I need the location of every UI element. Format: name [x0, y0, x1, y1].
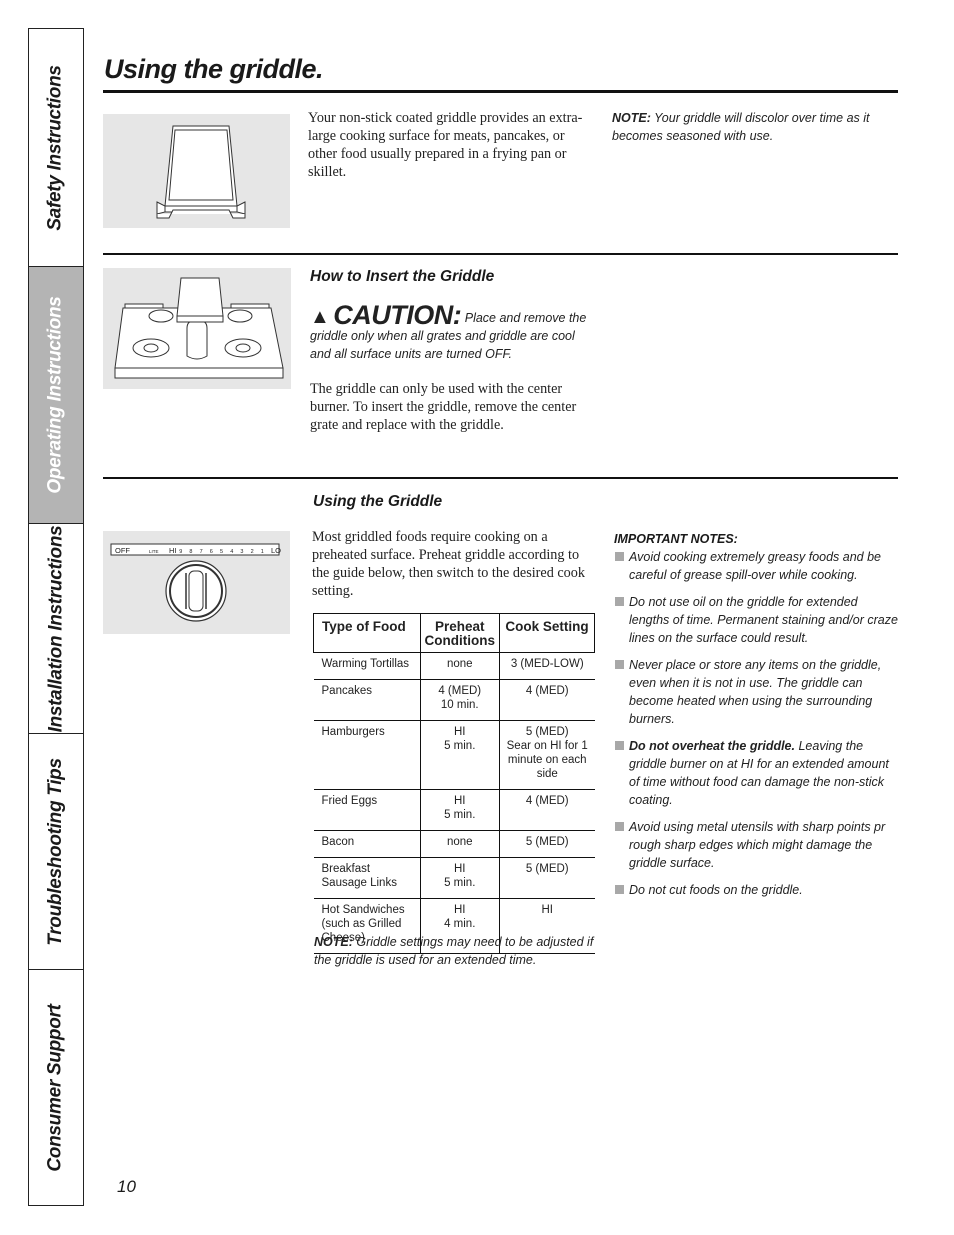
note-text: Your griddle will discolor over time as … [612, 111, 870, 143]
knob-scale-mark: 6 [210, 549, 213, 555]
note-list-item: Avoid using metal utensils with sharp po… [614, 818, 899, 872]
tab-label: Operating Instructions [45, 296, 67, 494]
note-label: NOTE: [314, 935, 353, 949]
square-bullet-icon [615, 741, 624, 750]
header-cook-setting: Cook Setting [498, 613, 596, 653]
tab-troubleshooting-tips[interactable]: Troubleshooting Tips [29, 734, 83, 970]
header-preheat: Preheat Conditions [419, 613, 500, 653]
note-list-item: Do not use oil on the griddle for extend… [614, 593, 899, 647]
table-row: Hamburgers HI 5 min. 5 (MED) Sear on HI fo… [313, 720, 595, 790]
cook-setting-cell: 3 (MED-LOW) [498, 652, 595, 680]
griddle-illustration [103, 114, 290, 228]
table-row: Breakfast Sausage Links HI 5 min. 5 (MED) [313, 857, 595, 899]
food-cell: Breakfast Sausage Links [313, 857, 420, 899]
square-bullet-icon [615, 822, 624, 831]
note-emphasis: Do not overheat the griddle. [629, 739, 795, 753]
using-body: Most griddled foods require cooking on a… [312, 529, 585, 599]
griddle-settings-table: Type of Food Preheat Conditions Cook Set… [313, 613, 596, 954]
square-bullet-icon [615, 885, 624, 894]
preheat-cell: HI 5 min. [419, 720, 500, 790]
preheat-cell: 4 (MED) 10 min. [419, 679, 500, 721]
table-row: Bacon none 5 (MED) [313, 830, 595, 858]
tab-label: Consumer Support [45, 1003, 67, 1172]
griddle-icon [156, 125, 246, 219]
section-divider [103, 477, 898, 479]
note-list-item: Avoid cooking extremely greasy foods and… [614, 548, 899, 584]
table-row: Warming Tortillas none 3 (MED-LOW) [313, 652, 595, 680]
food-cell: Bacon [313, 830, 420, 858]
warning-triangle-icon: ▲ [310, 306, 330, 328]
note-text: Do not cut foods on the griddle. [629, 883, 803, 897]
square-bullet-icon [615, 597, 624, 606]
cook-setting-cell: 5 (MED) [498, 857, 595, 899]
caution-label: CAUTION: [333, 300, 462, 330]
knob-scale-mark: 8 [189, 549, 192, 555]
preheat-cell: none [419, 652, 500, 680]
knob-scale-mark: 1 [261, 549, 264, 555]
knob-scale-mark: 7 [200, 549, 203, 555]
note-text: Never place or store any items on the gr… [629, 658, 882, 726]
knob-scale-mark: 3 [240, 549, 243, 555]
note-text: Avoid cooking extremely greasy foods and… [629, 550, 882, 582]
cooktop-illustration [103, 268, 291, 389]
knob-scale-mark: 4 [230, 549, 233, 555]
section-divider [103, 253, 898, 255]
note-text: Griddle settings may need to be adjusted… [314, 935, 594, 967]
knob-lite-label: LITE [149, 549, 159, 554]
intro-text: Your non-stick coated griddle provides a… [308, 110, 583, 180]
intro-note: NOTE: Your griddle will discolor over ti… [612, 109, 892, 145]
section-tabs: Safety Instructions Operating Instructio… [28, 28, 84, 1206]
insert-heading: How to Insert the Griddle [310, 268, 495, 285]
knob-scale-mark: HI [169, 546, 177, 555]
caution-block: ▲ CAUTION: Place and remove the griddle … [310, 302, 595, 363]
note-text: Do not use oil on the griddle for extend… [629, 595, 898, 645]
table-row: Fried Eggs HI 5 min. 4 (MED) [313, 789, 595, 831]
control-knob-icon: OFF LITE HI 9 8 7 6 5 4 3 2 1 LO [110, 543, 281, 622]
tab-safety-instructions[interactable]: Safety Instructions [29, 29, 83, 267]
header-type-of-food: Type of Food [313, 613, 421, 653]
table-row: Pancakes 4 (MED) 10 min. 4 (MED) [313, 679, 595, 721]
cook-setting-cell: 5 (MED) [498, 830, 595, 858]
page-title: Using the griddle. [104, 54, 324, 84]
preheat-cell: none [419, 830, 500, 858]
note-text: Avoid using metal utensils with sharp po… [629, 820, 886, 870]
cook-setting-cell: 4 (MED) [498, 679, 595, 721]
tab-label: Safety Instructions [45, 64, 66, 231]
important-notes: IMPORTANT NOTES: Avoid cooking extremely… [614, 532, 899, 908]
knob-scale-mark: 5 [220, 549, 223, 555]
insert-body: The griddle can only be used with the ce… [310, 381, 577, 433]
square-bullet-icon [615, 660, 624, 669]
tab-label: Troubleshooting Tips [45, 757, 66, 946]
preheat-cell: HI 5 min. [419, 857, 500, 899]
knob-scale-mark: 9 [179, 549, 182, 555]
note-label: NOTE: [612, 111, 651, 125]
control-knob-illustration: OFF LITE HI 9 8 7 6 5 4 3 2 1 LO [103, 531, 290, 634]
important-notes-heading: IMPORTANT NOTES: [614, 532, 738, 546]
note-list-item: Do not cut foods on the griddle. [614, 881, 899, 899]
note-list-item: Do not overheat the griddle. Leaving the… [614, 737, 899, 809]
table-note: NOTE: Griddle settings may need to be ad… [314, 933, 596, 969]
tab-operating-instructions[interactable]: Operating Instructions [29, 267, 83, 524]
food-cell: Fried Eggs [313, 789, 420, 831]
knob-off-label: OFF [115, 546, 130, 555]
title-rule [103, 90, 898, 93]
knob-scale-mark: LO [271, 546, 281, 555]
table-header-row: Type of Food Preheat Conditions Cook Set… [313, 613, 596, 653]
using-heading: Using the Griddle [313, 493, 443, 510]
cooktop-with-griddle-icon [114, 277, 284, 379]
tab-installation-instructions[interactable]: Installation Instructions [29, 524, 83, 734]
food-cell: Hamburgers [313, 720, 420, 790]
food-cell: Warming Tortillas [313, 652, 420, 680]
note-list-item: Never place or store any items on the gr… [614, 656, 899, 728]
preheat-cell: HI 5 min. [419, 789, 500, 831]
food-cell: Pancakes [313, 679, 420, 721]
cook-setting-cell: 5 (MED) Sear on HI for 1 minute on each … [498, 720, 595, 790]
cook-setting-cell: 4 (MED) [498, 789, 595, 831]
square-bullet-icon [615, 552, 624, 561]
knob-scale-mark: 2 [251, 549, 254, 555]
tab-label: Installation Instructions [45, 525, 66, 732]
page-number: 10 [117, 1177, 136, 1196]
tab-consumer-support[interactable]: Consumer Support [29, 970, 83, 1205]
